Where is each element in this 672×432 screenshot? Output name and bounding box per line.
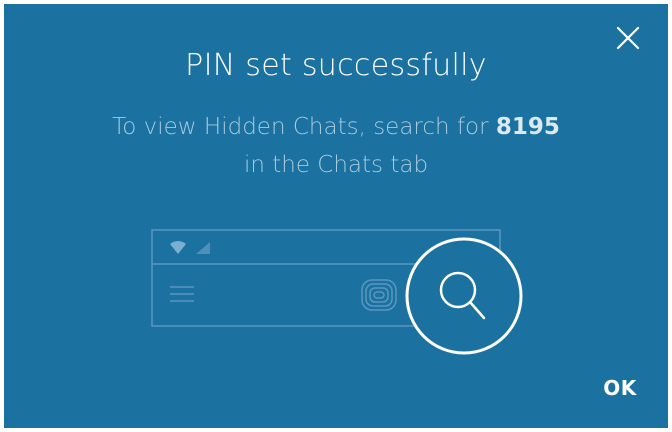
pin-success-dialog: PIN set successfully To view Hidden Chat… (4, 4, 668, 428)
hamburger-menu-icon (170, 286, 194, 302)
signal-icon (196, 242, 210, 254)
ok-button[interactable]: OK (588, 370, 652, 406)
camera-icon (361, 279, 397, 311)
wifi-icon (170, 240, 186, 254)
hint-illustration (151, 229, 523, 355)
search-icon (405, 237, 523, 355)
